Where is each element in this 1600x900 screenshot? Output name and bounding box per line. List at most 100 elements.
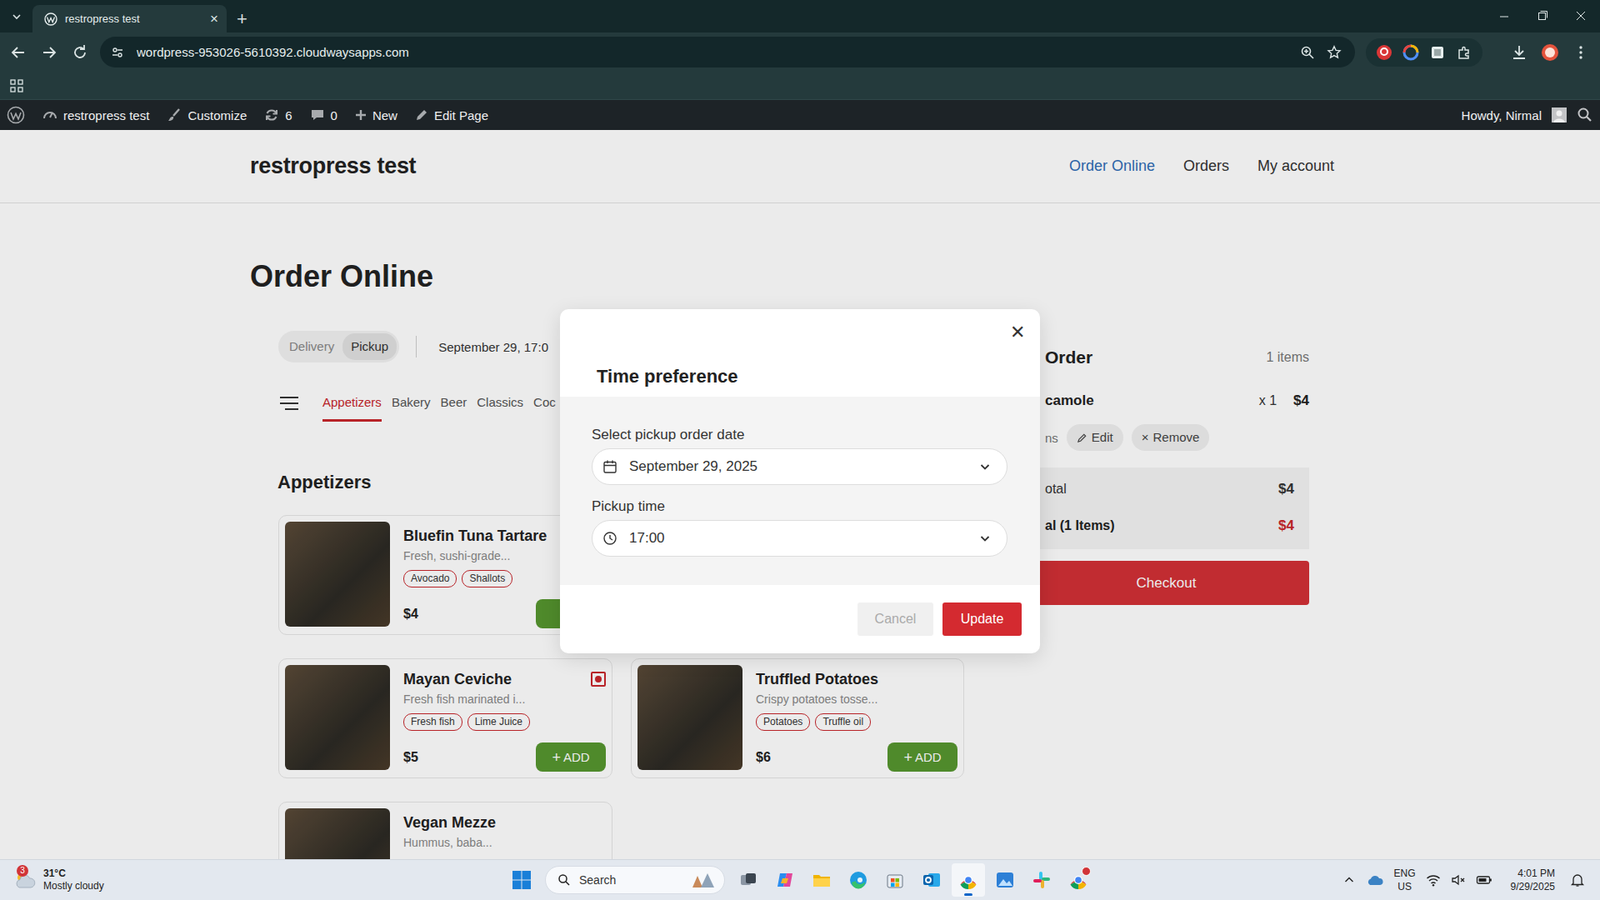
chevron-up-icon[interactable] (1342, 873, 1356, 887)
site-link[interactable]: restropress test (41, 106, 150, 124)
input-language[interactable]: ENG US (1394, 866, 1416, 894)
clock[interactable]: 4:01 PM 9/29/2025 (1510, 866, 1555, 894)
copilot-icon (775, 870, 795, 890)
tab-close-button[interactable]: × (210, 11, 219, 26)
tab-title: restropress test (65, 12, 203, 25)
color-extension-icon[interactable] (1402, 44, 1420, 61)
close-button[interactable]: ✕ (1010, 321, 1025, 344)
taskbar-app[interactable] (1025, 863, 1059, 897)
volume-muted-icon[interactable] (1450, 873, 1466, 887)
new-link[interactable]: New (354, 108, 398, 123)
taskbar-app[interactable] (805, 863, 839, 897)
updates-link[interactable]: 6 (263, 106, 292, 124)
taskbar-app[interactable] (768, 863, 802, 897)
zoom-icon[interactable] (1300, 45, 1315, 60)
download-icon[interactable] (1505, 38, 1534, 67)
tab-list-button[interactable] (5, 5, 29, 29)
time-label: Pickup time (591, 497, 1008, 516)
taskbar-app[interactable] (878, 863, 912, 897)
taskbar-app[interactable] (951, 863, 985, 897)
browser-toolbar: wordpress-953026-5610392.cloudwaysapps.c… (0, 32, 1600, 72)
admin-bar: restropress test Customize 6 0 New Edit … (0, 100, 1600, 130)
forward-icon[interactable] (35, 38, 64, 67)
profile-icon[interactable] (1535, 38, 1565, 67)
taskbar-app[interactable] (841, 863, 875, 897)
wordpress-logo-icon[interactable] (6, 105, 25, 125)
minimize-icon[interactable] (1485, 0, 1524, 33)
cancel-button[interactable]: Cancel (857, 602, 934, 636)
chevron-down-icon (10, 10, 23, 23)
notification-badge (1081, 866, 1091, 876)
avatar-icon[interactable] (1551, 107, 1567, 123)
windows-icon (511, 870, 532, 890)
brush-icon (165, 106, 183, 124)
close-window-icon[interactable] (1561, 0, 1600, 33)
modal-overlay[interactable]: ✕ Time preference Select pickup order da… (0, 130, 1600, 860)
site-name: restropress test (63, 108, 150, 123)
site-info-icon[interactable] (110, 45, 125, 60)
new-label: New (372, 108, 398, 123)
customize-label: Customize (187, 108, 247, 123)
url-text: wordpress-953026-5610392.cloudwaysapps.c… (136, 45, 1289, 60)
outlook-icon (921, 870, 942, 890)
taskbar-search[interactable]: Search (545, 865, 725, 895)
onedrive-icon[interactable] (1365, 873, 1385, 887)
edit-page-link[interactable]: Edit Page (414, 107, 489, 123)
taskbar-app[interactable] (988, 863, 1022, 897)
page: restropress test Order OnlineOrdersMy ac… (0, 130, 1600, 860)
back-icon[interactable] (4, 38, 33, 67)
wifi-icon[interactable] (1425, 873, 1441, 887)
weather-badge: 3 (16, 865, 29, 877)
restore-icon[interactable] (1523, 0, 1562, 33)
pencil-icon (414, 107, 430, 123)
window-controls (1485, 0, 1600, 33)
reload-icon[interactable] (65, 38, 95, 67)
battery-icon[interactable] (1475, 873, 1493, 887)
comments-link[interactable]: 0 (309, 106, 338, 124)
dashboard-icon (41, 106, 59, 124)
time-select[interactable]: 17:00 (591, 520, 1008, 557)
dialog-title: Time preference (596, 365, 1025, 389)
menu-icon[interactable] (1566, 38, 1595, 67)
store-icon (885, 870, 905, 890)
file-explorer-icon (811, 870, 832, 890)
greeting[interactable]: Howdy, Nirmal (1461, 108, 1542, 123)
chevron-down-icon (978, 531, 992, 545)
screen: restropress test × + wordpress-953026-56… (0, 0, 1600, 900)
taskbar-app[interactable] (1061, 863, 1095, 897)
bookmark-star-icon[interactable] (1326, 45, 1342, 60)
grammar-extension-icon[interactable] (1375, 44, 1393, 61)
search-highlight-icon (689, 870, 718, 890)
chrome-icon (958, 870, 979, 890)
slack-icon (1031, 870, 1052, 890)
notification-bell-icon[interactable] (1570, 872, 1585, 888)
address-bar[interactable]: wordpress-953026-5610392.cloudwaysapps.c… (100, 36, 1355, 68)
photos-icon (995, 870, 1015, 890)
taskbar-app[interactable] (731, 863, 765, 897)
weather-condition: Mostly cloudy (43, 880, 105, 893)
apps-grid-icon[interactable] (9, 78, 25, 94)
calendar-icon (602, 459, 618, 475)
updates-count: 6 (285, 108, 292, 123)
browser-tab[interactable]: restropress test × (32, 5, 227, 33)
puzzle-extensions-icon[interactable] (1455, 44, 1473, 61)
tab-extension-icon[interactable] (1429, 44, 1446, 61)
taskbar-app[interactable] (915, 863, 949, 897)
update-button[interactable]: Update (942, 602, 1022, 636)
new-tab-button[interactable]: + (236, 5, 248, 33)
date-select[interactable]: September 29, 2025 (591, 448, 1008, 485)
chevron-down-icon (978, 460, 992, 474)
plus-icon (354, 108, 368, 122)
search-icon (557, 873, 571, 887)
temperature: 31°C (43, 867, 105, 880)
active-indicator (964, 893, 973, 896)
task-view-icon (738, 870, 759, 890)
wordpress-icon (44, 12, 58, 26)
search-icon[interactable] (1576, 106, 1594, 124)
weather-widget[interactable]: 3 31°C Mostly cloudy (13, 867, 105, 893)
comments-count: 0 (330, 108, 338, 123)
comment-icon (309, 106, 326, 124)
customize-link[interactable]: Customize (165, 106, 247, 124)
start-button[interactable] (505, 863, 539, 897)
time-preference-dialog: ✕ Time preference Select pickup order da… (560, 309, 1040, 654)
